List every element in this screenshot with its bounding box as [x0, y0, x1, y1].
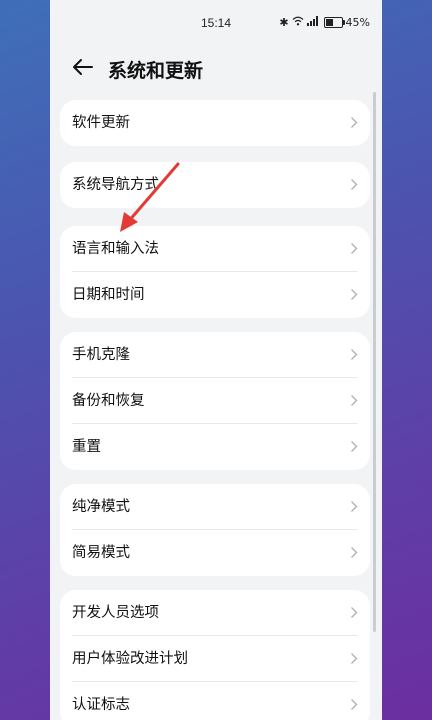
settings-item-label: 日期和时间 [72, 287, 145, 303]
chevron-right-icon [351, 501, 358, 512]
status-bar: 15:14 ✱ 45% [50, 0, 382, 44]
settings-item[interactable]: 简易模式 [60, 530, 370, 576]
chevron-right-icon [351, 607, 358, 618]
chevron-right-icon [351, 653, 358, 664]
back-arrow-icon[interactable] [70, 54, 96, 80]
settings-item-label: 用户体验改进计划 [72, 651, 188, 667]
wifi-icon [292, 16, 304, 29]
settings-item-label: 简易模式 [72, 545, 130, 561]
settings-item[interactable]: 备份和恢复 [60, 378, 370, 424]
settings-item[interactable]: 用户体验改进计划 [60, 636, 370, 682]
annotation-arrow-icon [120, 162, 180, 232]
group-developer: 开发人员选项 用户体验改进计划 认证标志 [60, 590, 370, 720]
status-icons: ✱ 45% [279, 16, 370, 29]
chevron-right-icon [351, 289, 358, 300]
chevron-right-icon [351, 117, 358, 128]
chevron-right-icon [351, 349, 358, 360]
settings-item[interactable]: 纯净模式 [60, 484, 370, 530]
settings-item-label: 重置 [72, 439, 101, 455]
group-clone-backup-reset: 手机克隆 备份和恢复 重置 [60, 332, 370, 470]
chevron-right-icon [351, 547, 358, 558]
group-language-date: 语言和输入法 日期和时间 [60, 226, 370, 318]
signal-icon [306, 16, 319, 29]
settings-item[interactable]: 手机克隆 [60, 332, 370, 378]
phone-screen: 15:14 ✱ 45% 系统和更新 软件更新 系统导航方式 语言和输入法 日期和… [50, 0, 382, 720]
settings-item-label: 备份和恢复 [72, 393, 145, 409]
group-modes: 纯净模式 简易模式 [60, 484, 370, 576]
group-software-update: 软件更新 [60, 100, 370, 146]
chevron-right-icon [351, 243, 358, 254]
battery-level: 45% [345, 16, 370, 29]
settings-item[interactable]: 日期和时间 [60, 272, 370, 318]
group-navigation: 系统导航方式 [60, 162, 370, 208]
chevron-right-icon [351, 179, 358, 190]
settings-item[interactable]: 开发人员选项 [60, 590, 370, 636]
chevron-right-icon [351, 441, 358, 452]
settings-item[interactable]: 软件更新 [60, 100, 370, 146]
settings-item[interactable]: 语言和输入法 [60, 226, 370, 272]
chevron-right-icon [351, 699, 358, 710]
settings-item-label: 手机克隆 [72, 347, 130, 363]
settings-item[interactable]: 系统导航方式 [60, 162, 370, 208]
battery-icon [323, 17, 345, 28]
settings-item-label: 软件更新 [72, 115, 130, 131]
settings-item-label: 纯净模式 [72, 499, 130, 515]
scrollbar[interactable] [373, 92, 376, 632]
settings-item[interactable]: 认证标志 [60, 682, 370, 720]
chevron-right-icon [351, 395, 358, 406]
header: 系统和更新 [50, 50, 382, 86]
settings-item[interactable]: 重置 [60, 424, 370, 470]
settings-item-label: 认证标志 [72, 697, 130, 713]
settings-item-label: 开发人员选项 [72, 605, 159, 621]
bluetooth-icon: ✱ [279, 16, 289, 29]
page-title: 系统和更新 [108, 61, 204, 82]
